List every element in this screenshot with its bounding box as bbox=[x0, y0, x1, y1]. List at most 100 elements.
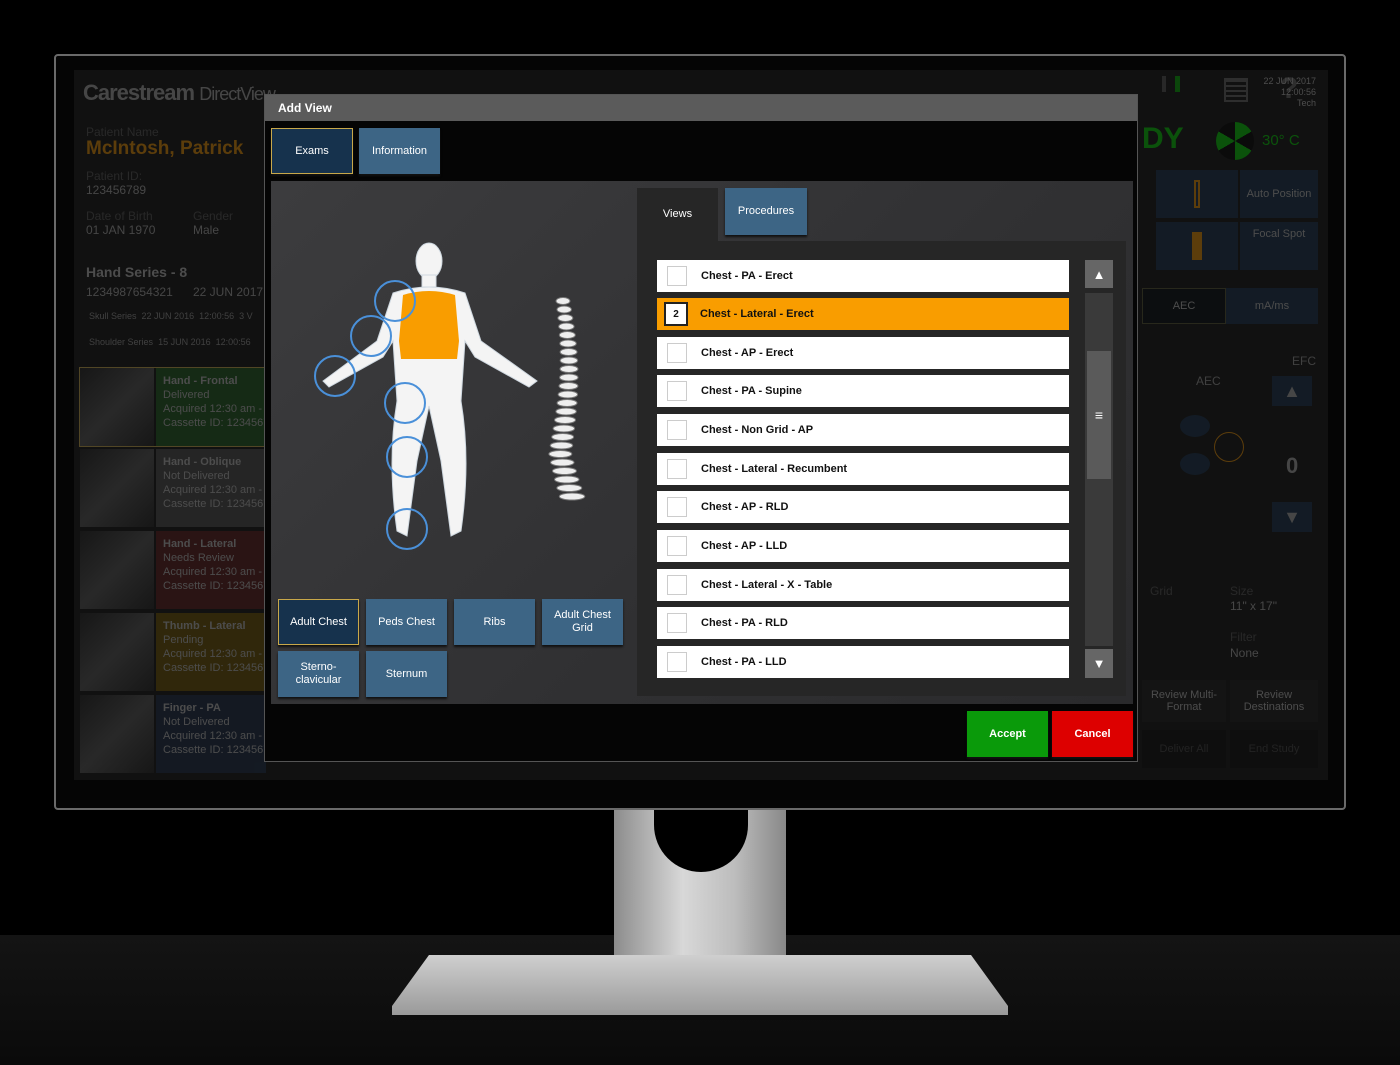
view-row[interactable]: Chest - AP - Erect bbox=[657, 337, 1069, 369]
vertebra bbox=[556, 484, 583, 492]
detector-icon bbox=[1194, 180, 1200, 208]
vertebra bbox=[558, 492, 586, 501]
image-acquired: Acquired 12:30 am - bbox=[163, 566, 263, 578]
vertebra bbox=[558, 331, 576, 339]
efc-label: EFC bbox=[1292, 354, 1316, 368]
body-diagram[interactable] bbox=[301, 231, 641, 561]
header-user: Tech bbox=[1296, 98, 1316, 108]
aec-chamber-left[interactable] bbox=[1180, 415, 1210, 437]
image-card[interactable]: Hand - Lateral Needs Review Acquired 12:30… bbox=[80, 531, 266, 609]
view-checkbox[interactable] bbox=[667, 381, 687, 401]
dob: 01 JAN 1970 bbox=[86, 223, 156, 237]
view-row[interactable]: Chest - AP - LLD bbox=[657, 530, 1069, 562]
xray-thumbnail[interactable] bbox=[80, 531, 154, 609]
tab-exams[interactable]: Exams bbox=[271, 128, 353, 174]
efc-down-button[interactable]: ▼ bbox=[1272, 502, 1312, 532]
view-row[interactable]: Chest - AP - RLD bbox=[657, 491, 1069, 523]
image-card[interactable]: Thumb - Lateral Pending Acquired 12:30 am … bbox=[80, 613, 266, 691]
tab-mas[interactable]: mA/ms bbox=[1226, 288, 1318, 324]
dialog-title: Add View bbox=[265, 95, 1137, 121]
image-cassette: Cassette ID: 1234567 bbox=[163, 662, 266, 674]
auto-position-button[interactable]: Auto Position bbox=[1240, 170, 1318, 218]
vertebra bbox=[551, 433, 575, 441]
view-checkbox[interactable] bbox=[667, 652, 687, 672]
xray-thumbnail[interactable] bbox=[80, 695, 154, 773]
view-checkbox[interactable] bbox=[667, 266, 687, 286]
chest-region[interactable] bbox=[399, 291, 459, 359]
view-checkbox[interactable] bbox=[667, 536, 687, 556]
view-label: Chest - PA - Erect bbox=[701, 270, 793, 282]
view-label: Chest - Lateral - X - Table bbox=[701, 579, 833, 591]
tab-information[interactable]: Information bbox=[359, 128, 440, 174]
view-label: Chest - PA - RLD bbox=[701, 617, 788, 629]
xray-thumbnail[interactable] bbox=[80, 368, 154, 446]
exam-adult-chest-grid-button[interactable]: Adult Chest Grid bbox=[542, 599, 623, 645]
xray-thumbnail[interactable] bbox=[80, 613, 154, 691]
detector-button[interactable] bbox=[1156, 170, 1238, 218]
scroll-up-button[interactable]: ▲ bbox=[1085, 260, 1113, 288]
gender-label: Gender bbox=[193, 209, 234, 223]
patient-id: 123456789 bbox=[86, 183, 147, 197]
cancel-button[interactable]: Cancel bbox=[1052, 711, 1133, 757]
image-card[interactable]: Hand - Oblique Not Delivered Acquired 12:3… bbox=[80, 449, 266, 527]
tab-procedures[interactable]: Procedures bbox=[725, 188, 807, 235]
focal-spot-button[interactable]: Focal Spot bbox=[1240, 222, 1318, 270]
view-row[interactable]: 2 Chest - Lateral - Erect bbox=[657, 298, 1069, 330]
review-multi-format-button[interactable]: Review Multi-Format bbox=[1142, 680, 1226, 722]
dob-label: Date of Birth bbox=[86, 209, 153, 223]
image-card[interactable]: Finger - PA Not Delivered Acquired 12:30 a… bbox=[80, 695, 266, 773]
exam-peds-chest-button[interactable]: Peds Chest bbox=[366, 599, 447, 645]
scroll-down-button[interactable]: ▼ bbox=[1085, 649, 1113, 678]
view-label: Chest - Lateral - Recumbent bbox=[701, 463, 848, 475]
xray-thumbnail[interactable] bbox=[80, 449, 154, 527]
vertebra bbox=[549, 441, 574, 450]
view-checkbox[interactable] bbox=[667, 497, 687, 517]
series-title[interactable]: Hand Series - 8 bbox=[86, 264, 187, 280]
vertebra bbox=[548, 450, 573, 458]
vertebra bbox=[555, 407, 577, 416]
end-study-button[interactable]: End Study bbox=[1230, 730, 1318, 768]
image-title: Hand - Oblique bbox=[163, 456, 242, 468]
view-row[interactable]: Chest - Lateral - Recumbent bbox=[657, 453, 1069, 485]
other-series-skull[interactable]: Skull Series 22 JUN 2016 12:00:56 3 V bbox=[89, 311, 253, 321]
head bbox=[415, 242, 443, 280]
view-row[interactable]: Chest - Lateral - X - Table bbox=[657, 569, 1069, 601]
exam-ribs-button[interactable]: Ribs bbox=[454, 599, 535, 645]
view-checkbox[interactable] bbox=[667, 575, 687, 595]
exam-adult-chest-button[interactable]: Adult Chest bbox=[278, 599, 359, 645]
vertebra bbox=[559, 348, 578, 356]
accept-button[interactable]: Accept bbox=[967, 711, 1048, 757]
aec-chamber-center[interactable] bbox=[1214, 432, 1244, 462]
view-row[interactable]: Chest - PA - Supine bbox=[657, 375, 1069, 407]
view-checkbox[interactable] bbox=[667, 343, 687, 363]
other-series-shoulder[interactable]: Shoulder Series 15 JUN 2016 12:00:56 bbox=[89, 337, 251, 347]
vertebra bbox=[556, 399, 578, 407]
image-title: Finger - PA bbox=[163, 702, 221, 714]
view-label: Chest - PA - Supine bbox=[701, 385, 802, 397]
deliver-all-button[interactable]: Deliver All bbox=[1142, 730, 1226, 768]
view-checkbox[interactable] bbox=[667, 459, 687, 479]
view-row[interactable]: Chest - PA - RLD bbox=[657, 607, 1069, 639]
neck bbox=[421, 274, 437, 288]
scrollbar-thumb[interactable]: ≡ bbox=[1087, 351, 1111, 479]
patient-size-button[interactable] bbox=[1156, 222, 1238, 270]
radiation-icon bbox=[1216, 122, 1254, 160]
review-destinations-button[interactable]: Review Destinations bbox=[1230, 680, 1318, 722]
aec-chamber-left-lower[interactable] bbox=[1180, 453, 1210, 475]
tab-aec[interactable]: AEC bbox=[1142, 288, 1226, 324]
vertebra bbox=[558, 382, 579, 390]
exam-sternoclavicular-button[interactable]: Sterno-clavicular bbox=[278, 651, 359, 697]
view-row[interactable]: Chest - Non Grid - AP bbox=[657, 414, 1069, 446]
efc-up-button[interactable]: ▲ bbox=[1272, 376, 1312, 406]
view-checkbox[interactable] bbox=[667, 420, 687, 440]
view-row[interactable]: Chest - PA - LLD bbox=[657, 646, 1069, 678]
image-cassette: Cassette ID: 1234567 bbox=[163, 580, 266, 592]
spine-diagram[interactable] bbox=[548, 297, 586, 501]
view-checkbox[interactable] bbox=[667, 613, 687, 633]
tab-views[interactable]: Views bbox=[637, 188, 718, 241]
image-card[interactable]: Hand - Frontal Delivered Acquired 12:30 am… bbox=[79, 367, 266, 447]
view-checkbox[interactable]: 2 bbox=[664, 302, 688, 326]
exam-sternum-button[interactable]: Sternum bbox=[366, 651, 447, 697]
vertebra bbox=[558, 322, 575, 331]
view-row[interactable]: Chest - PA - Erect bbox=[657, 260, 1069, 292]
